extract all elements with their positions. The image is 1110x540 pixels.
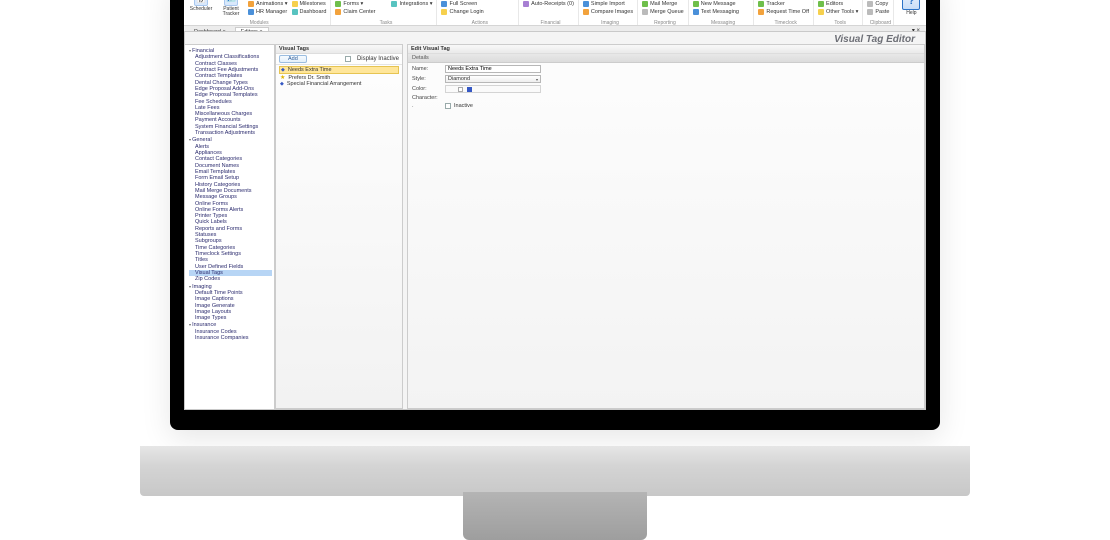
paste-button[interactable]: Paste xyxy=(867,8,889,16)
color-swatch-1[interactable] xyxy=(449,87,454,92)
monitor-base xyxy=(140,446,970,496)
hr-manager-button[interactable]: HR Manager xyxy=(248,8,288,16)
textmsg-icon xyxy=(693,9,699,15)
integrations-button[interactable]: Integrations ▾ xyxy=(391,0,432,8)
color-swatch-3[interactable] xyxy=(467,87,472,92)
list-item-label: Needs Extra Time xyxy=(288,67,332,73)
color-swatch-2[interactable] xyxy=(458,87,463,92)
paste-icon xyxy=(867,9,873,15)
copy-icon xyxy=(867,1,873,7)
tree-item[interactable]: Insurance Companies xyxy=(189,335,272,341)
animations-button[interactable]: Animations ▾ xyxy=(248,0,288,8)
visual-tags-list[interactable]: ◆Needs Extra Time★Prefers Dr. Smith◆Spec… xyxy=(276,65,402,88)
fullscreen-button[interactable]: Full Screen xyxy=(441,0,483,8)
simpleimport-icon xyxy=(583,1,589,7)
list-item[interactable]: ★Prefers Dr. Smith xyxy=(279,74,399,81)
tree-item[interactable]: Zip Codes xyxy=(189,276,272,282)
help-button[interactable]: ? Help xyxy=(898,0,924,16)
list-item[interactable]: ◆Special Financial Arrangement xyxy=(279,81,399,87)
scheduler-button[interactable]: 📅Scheduler xyxy=(188,0,214,17)
patient-tracker-button[interactable]: 🪪Patient Tracker xyxy=(218,0,244,17)
diamond-icon: ◆ xyxy=(280,81,284,87)
forms-icon xyxy=(335,1,341,7)
inactive-label: Inactive xyxy=(454,103,473,109)
tracker-icon xyxy=(758,1,764,7)
simple-import-button[interactable]: Simple Import xyxy=(583,0,633,8)
tree-item[interactable]: Transaction Adjustments xyxy=(189,130,272,136)
copy-button[interactable]: Copy xyxy=(867,0,889,8)
dashboard-button[interactable]: Dashboard xyxy=(292,8,327,16)
mail-merge-button[interactable]: Mail Merge xyxy=(642,0,684,8)
other-tools-button[interactable]: Other Tools ▾ xyxy=(818,8,858,16)
rightpanel-header: Edit Visual Tag xyxy=(408,45,924,54)
claim-icon xyxy=(335,9,341,15)
character-label: Character: xyxy=(412,95,442,101)
list-item-label: Special Financial Arrangement xyxy=(287,81,362,87)
mergequeue-icon xyxy=(642,9,648,15)
star-icon: ★ xyxy=(280,74,285,81)
name-input[interactable] xyxy=(445,65,541,73)
new-message-button[interactable]: New Message xyxy=(693,0,750,8)
diamond-icon: ◆ xyxy=(281,67,285,73)
color-label: Color: xyxy=(412,86,442,92)
color-picker[interactable] xyxy=(445,85,541,93)
list-item[interactable]: ◆Needs Extra Time xyxy=(279,66,399,74)
merge-queue-button[interactable]: Merge Queue xyxy=(642,8,684,16)
mailmerge-icon xyxy=(642,1,648,7)
compare-images-button[interactable]: Compare Images xyxy=(583,8,633,16)
details-header: Details xyxy=(408,54,924,63)
tracker-button[interactable]: Tracker xyxy=(758,0,809,8)
display-inactive-checkbox[interactable] xyxy=(345,56,351,62)
hr-icon xyxy=(248,9,254,15)
dashboard-icon xyxy=(292,9,298,15)
style-label: Style: xyxy=(412,76,442,82)
forms-button[interactable]: Forms ▾ xyxy=(335,0,387,8)
editor-tree[interactable]: FinancialAdjustment ClassificationsContr… xyxy=(189,48,272,341)
inactive-checkbox[interactable] xyxy=(445,103,451,109)
auto-receipts-button[interactable]: Auto-Receipts (0) xyxy=(523,0,574,8)
style-select[interactable]: Diamond xyxy=(445,75,541,83)
display-inactive-label: Display Inactive xyxy=(357,56,399,62)
animations-icon xyxy=(248,1,254,7)
help-question-icon: ? xyxy=(902,0,920,10)
newmsg-icon xyxy=(693,1,699,7)
compare-icon xyxy=(583,9,589,15)
milestones-icon xyxy=(292,1,298,7)
integrations-icon xyxy=(391,1,397,7)
milestones-button[interactable]: Milestones xyxy=(292,0,327,8)
othertools-icon xyxy=(818,9,824,15)
list-item-label: Prefers Dr. Smith xyxy=(288,75,330,81)
receipts-icon xyxy=(523,1,529,7)
change-login-button[interactable]: Change Login xyxy=(441,8,483,16)
claim-center-button[interactable]: Claim Center xyxy=(335,8,387,16)
rto-icon xyxy=(758,9,764,15)
editors-button[interactable]: Editors xyxy=(818,0,858,8)
midpanel-header: Visual Tags xyxy=(276,45,402,54)
monitor-foot xyxy=(463,492,647,540)
fullscreen-icon xyxy=(441,1,447,7)
add-button[interactable]: Add xyxy=(279,55,307,63)
request-time-off-button[interactable]: Request Time Off xyxy=(758,8,809,16)
name-label: Name: xyxy=(412,66,442,72)
text-messaging-button[interactable]: Text Messaging xyxy=(693,8,750,16)
tree-item[interactable]: Image Types xyxy=(189,315,272,321)
changelogin-icon xyxy=(441,9,447,15)
editors-icon xyxy=(818,1,824,7)
